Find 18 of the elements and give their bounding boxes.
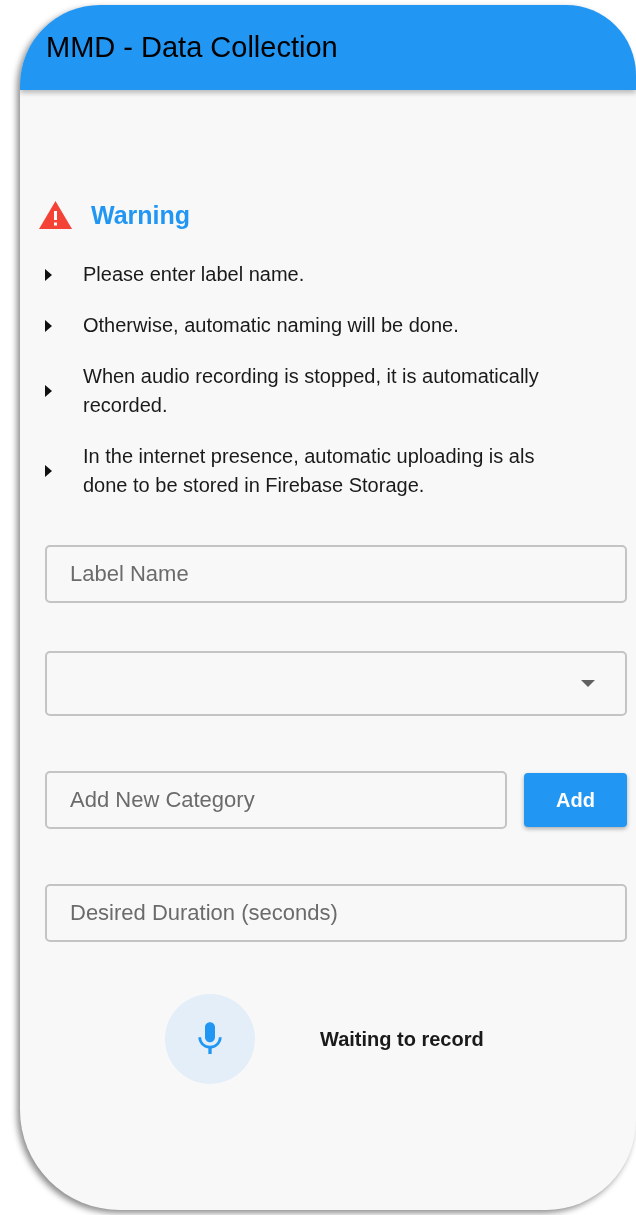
caret-icon	[581, 680, 595, 687]
text-field[interactable]: Desired Duration (seconds)	[45, 884, 627, 942]
warning-icon	[38, 200, 73, 230]
warning-title: Warning	[91, 200, 191, 230]
bullet-arrow-icon	[45, 465, 52, 477]
warning-text: When audio recording is stopped, it is automatically recorded.	[83, 364, 539, 418]
bullet-arrow-icon	[45, 385, 52, 397]
warning-text: In the internet presence, automatic uploading is als done to be stored in Firebase Storage.	[83, 444, 535, 498]
bullet-arrow-icon	[45, 268, 52, 281]
record-status: Waiting to record	[320, 1027, 484, 1052]
warning-text: Please enter label name.	[83, 262, 305, 287]
text-field[interactable]: Label Name	[45, 545, 627, 603]
category-dropdown[interactable]	[45, 651, 627, 716]
text-field[interactable]: Add New Category	[45, 771, 507, 829]
warning-text: Otherwise, automatic naming will be done.	[83, 313, 459, 338]
app-title: MMD - Data Collection	[46, 30, 338, 65]
bullet-arrow-icon	[45, 319, 52, 332]
add-button[interactable]: Add	[524, 773, 627, 827]
